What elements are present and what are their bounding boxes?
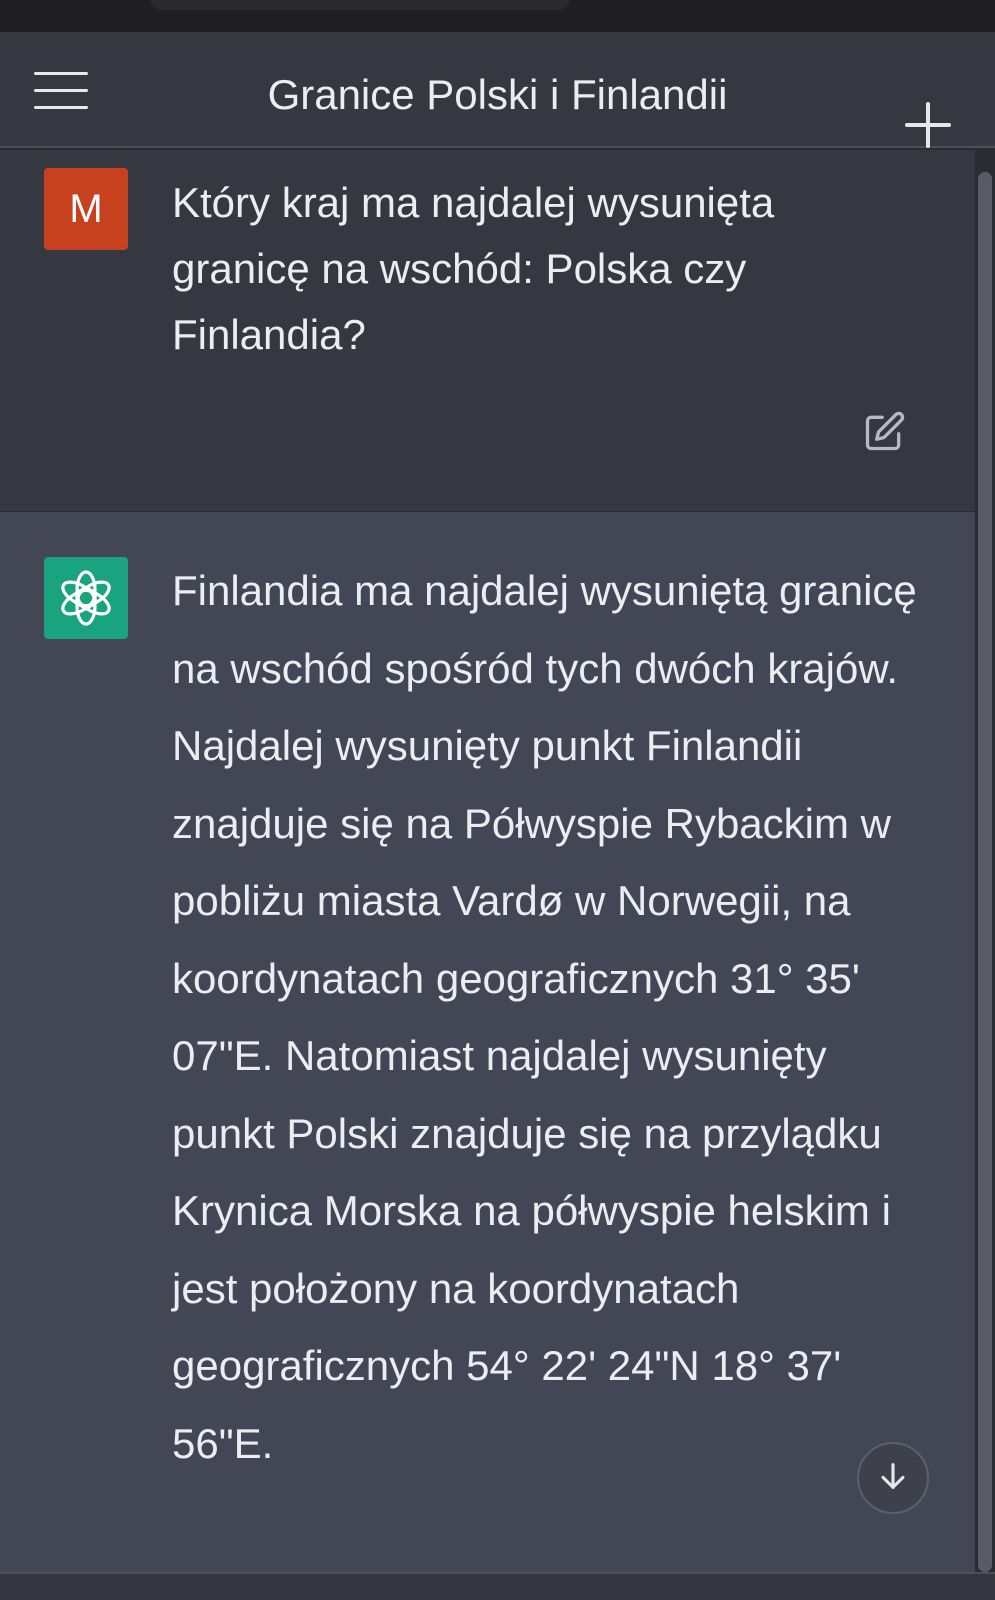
hamburger-menu-icon[interactable] <box>34 72 88 112</box>
input-area-edge <box>0 1572 995 1600</box>
openai-logo-icon <box>44 557 128 639</box>
scrollbar-thumb[interactable] <box>978 172 992 1572</box>
scroll-down-button[interactable] <box>857 1442 929 1514</box>
arrow-down-icon <box>876 1459 910 1498</box>
plus-icon[interactable] <box>905 102 951 148</box>
status-bar <box>0 0 995 32</box>
user-message-text: Który kraj ma najdalej wysunięta granicę… <box>172 179 775 358</box>
status-bar-notch <box>150 0 570 10</box>
edit-icon[interactable] <box>862 410 906 454</box>
assistant-message-text: Finlandia ma najdalej wysuniętą granicę … <box>172 567 917 1467</box>
assistant-message-block: Finlandia ma najdalej wysuniętą granicę … <box>0 512 975 1572</box>
conversation-title: Granice Polski i Finlandii <box>267 71 728 118</box>
user-avatar: M <box>44 168 128 250</box>
user-message-block: M Który kraj ma najdalej wysunięta grani… <box>0 150 975 512</box>
top-bar: Granice Polski i Finlandii <box>0 32 995 148</box>
